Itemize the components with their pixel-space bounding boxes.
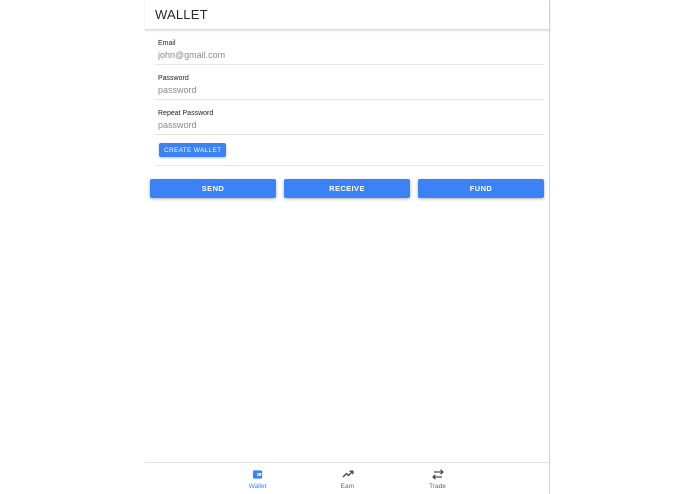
send-button[interactable]: SEND	[150, 179, 276, 198]
password-label: Password	[158, 75, 189, 82]
tab-trade-label: Trade	[429, 483, 446, 490]
tab-earn[interactable]: Earn	[303, 463, 393, 494]
email-field-row: Email	[155, 30, 544, 65]
fund-button[interactable]: FUND	[418, 179, 544, 198]
wallet-icon	[252, 468, 264, 480]
tab-earn-label: Earn	[340, 483, 355, 490]
page-title: WALLET	[155, 7, 208, 22]
create-wallet-button[interactable]: CREATE WALLET	[159, 143, 227, 157]
create-wallet-row: CREATE WALLET	[155, 135, 544, 166]
wallet-app: WALLET Email Password Repeat Password CR…	[145, 0, 550, 494]
repeat-password-field-row: Repeat Password	[155, 100, 544, 135]
email-input[interactable]	[158, 48, 544, 60]
repeat-password-label: Repeat Password	[158, 110, 214, 117]
swap-arrows-icon	[431, 468, 444, 480]
receive-button[interactable]: RECEIVE	[284, 179, 410, 198]
create-wallet-form: Email Password Repeat Password CREATE WA…	[145, 30, 550, 166]
tab-trade[interactable]: Trade	[393, 463, 483, 494]
app-right-border	[549, 0, 550, 494]
password-field-row: Password	[155, 65, 544, 100]
tab-wallet-label: Wallet	[248, 483, 267, 490]
bottom-tab-bar: Wallet Earn Trade	[145, 462, 550, 494]
tab-wallet[interactable]: Wallet	[213, 463, 303, 494]
wallet-actions: SEND RECEIVE FUND	[150, 179, 544, 198]
email-label: Email	[158, 40, 176, 47]
trending-up-icon	[342, 468, 354, 480]
password-input[interactable]	[158, 83, 544, 95]
repeat-password-input[interactable]	[158, 118, 544, 130]
app-header: WALLET	[145, 0, 550, 30]
